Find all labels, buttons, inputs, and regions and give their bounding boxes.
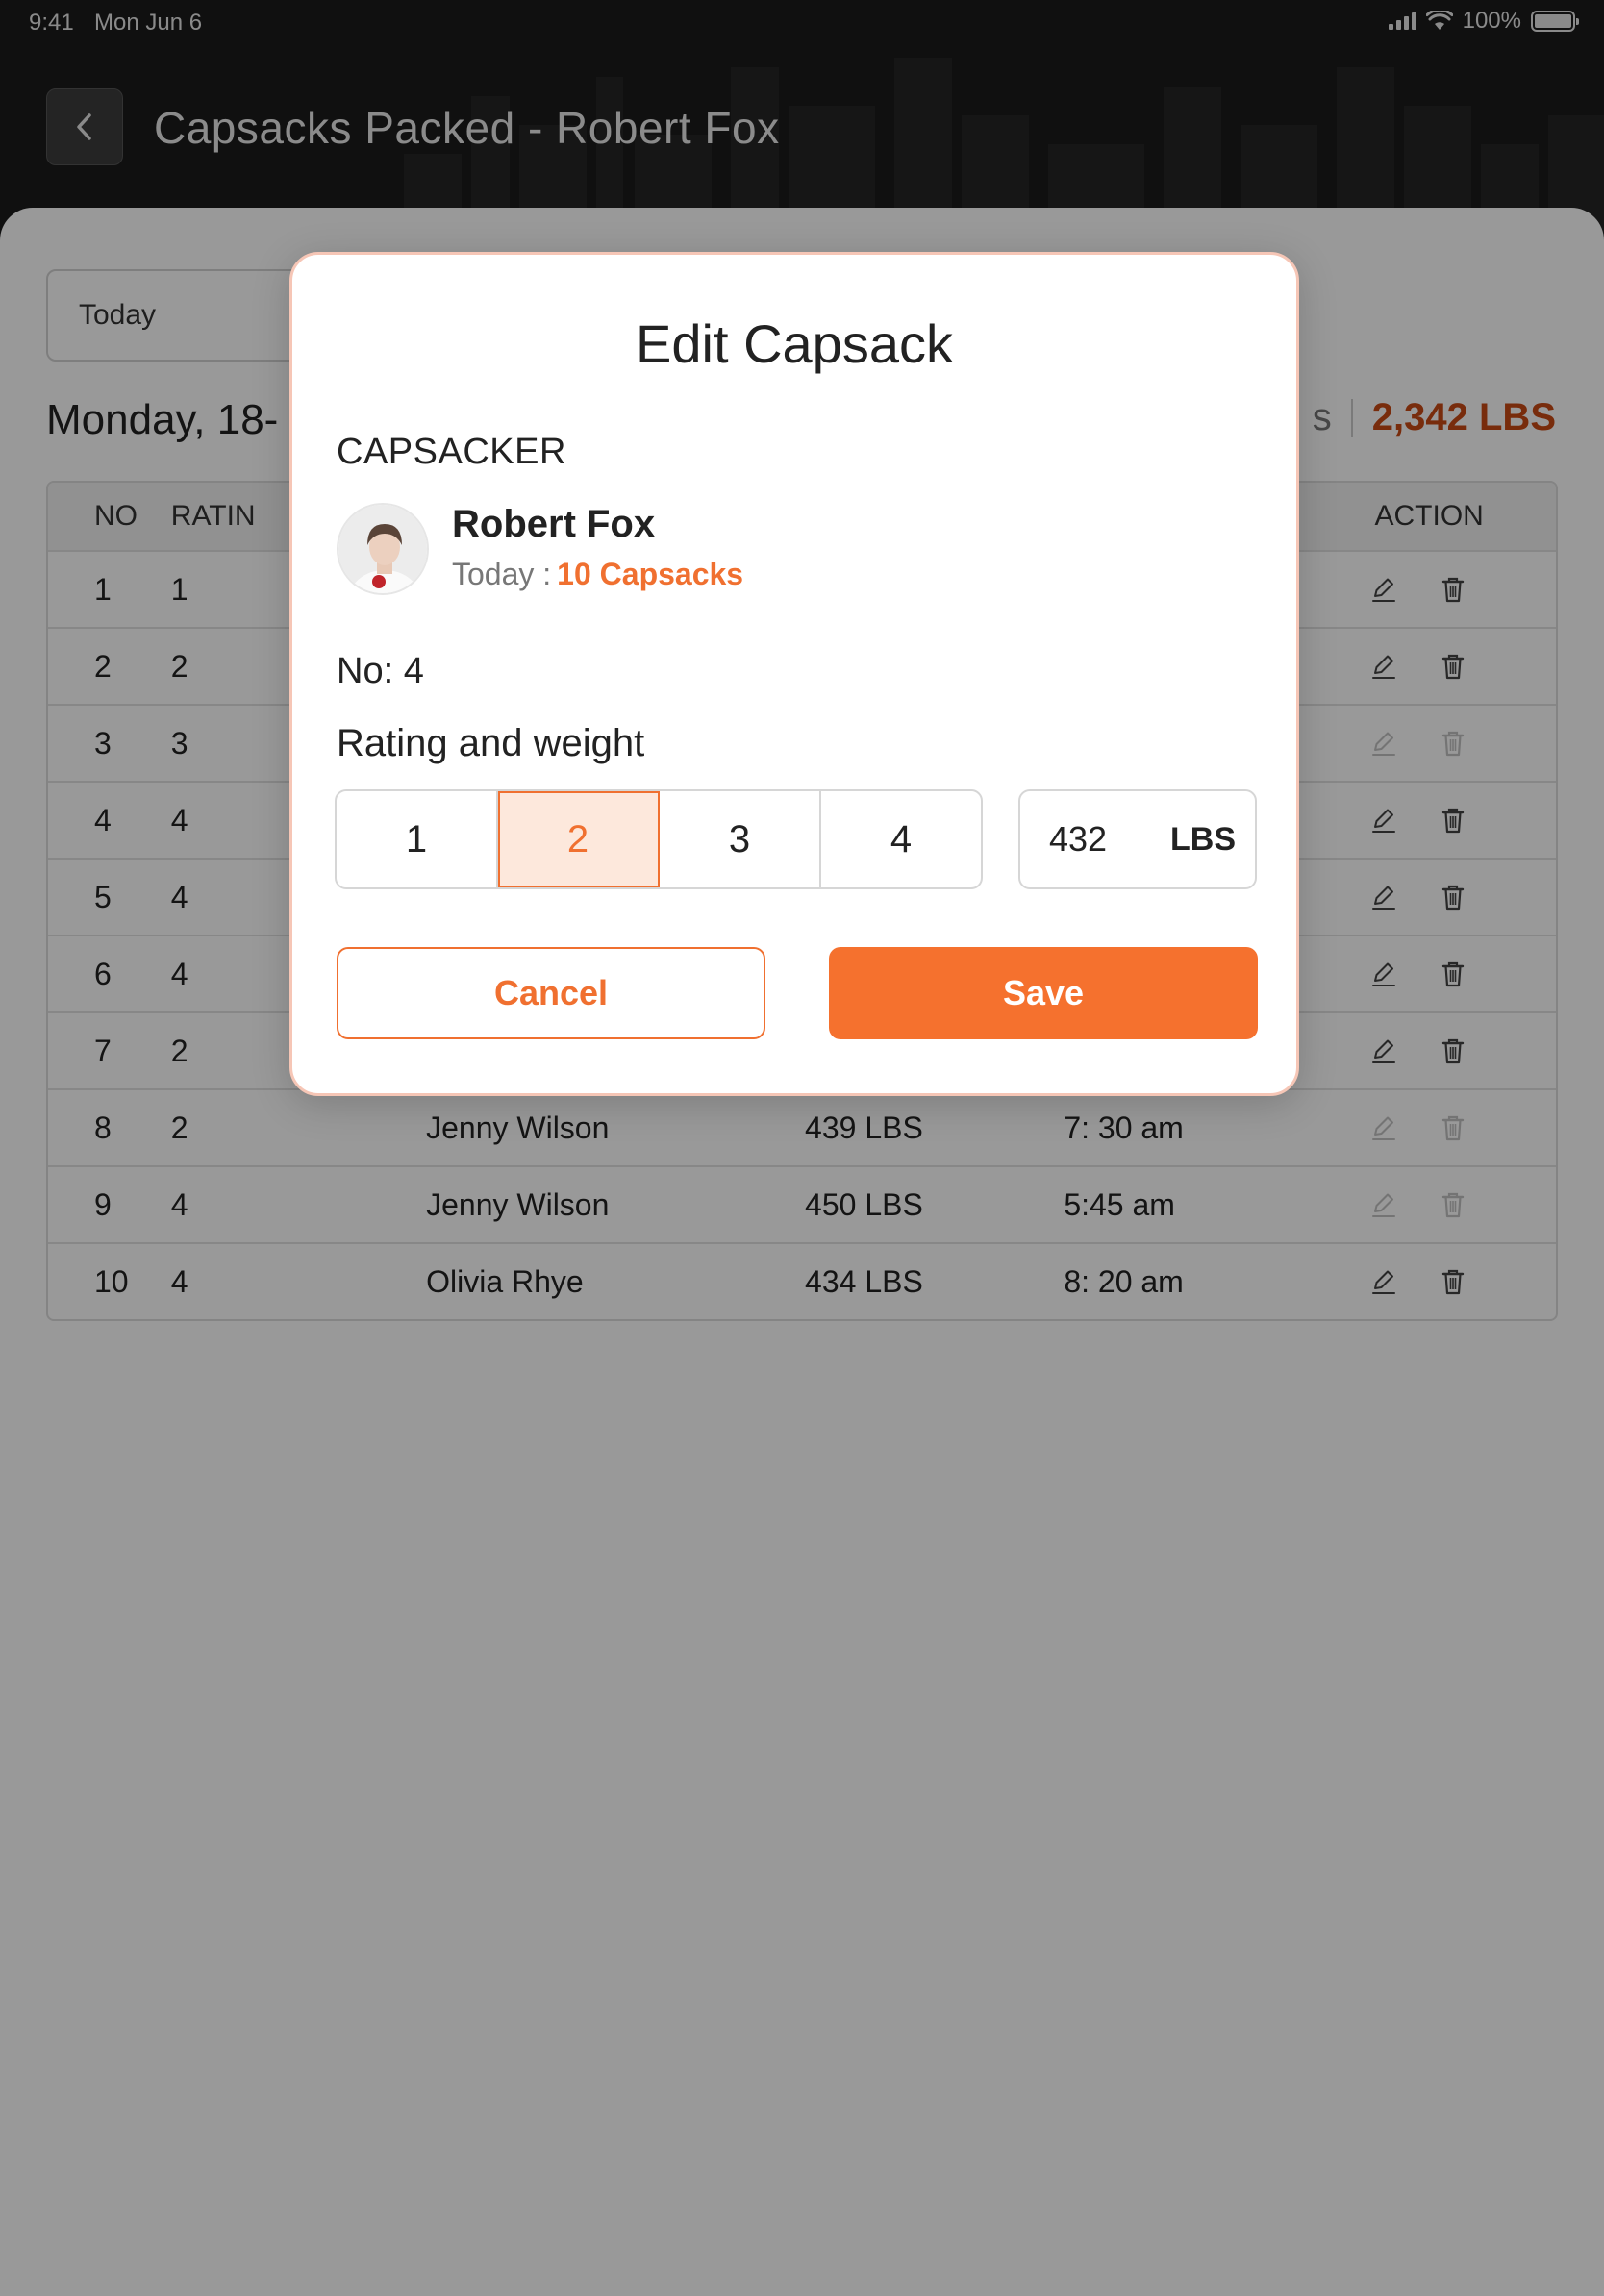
- weight-field[interactable]: LBS: [1018, 789, 1257, 889]
- modal-title: Edit Capsack: [636, 313, 953, 374]
- edit-capsack-modal: Edit Capsack CAPSACKER Robert Fox Today …: [289, 252, 1299, 1096]
- user-photo-icon: [338, 505, 427, 593]
- rating-weight-label: Rating and weight: [337, 722, 645, 764]
- capsack-number: No: 4: [337, 651, 424, 691]
- capsacker-label: CAPSACKER: [337, 432, 566, 472]
- save-button[interactable]: Save: [829, 947, 1258, 1039]
- avatar: [337, 503, 429, 595]
- cancel-button[interactable]: Cancel: [337, 947, 765, 1039]
- user-today-summary: Today : 10 Capsacks: [452, 557, 743, 592]
- user-today-label: Today :: [452, 557, 552, 591]
- rating-option-4[interactable]: 4: [821, 791, 981, 887]
- rating-option-1[interactable]: 1: [337, 791, 498, 887]
- user-today-count: 10 Capsacks: [557, 557, 744, 591]
- rating-option-3[interactable]: 3: [660, 791, 821, 887]
- rating-option-2[interactable]: 2: [498, 791, 660, 887]
- user-name: Robert Fox: [452, 503, 656, 545]
- rating-selector: 1 2 3 4: [335, 789, 983, 889]
- weight-unit: LBS: [1170, 820, 1236, 858]
- weight-input[interactable]: [1049, 819, 1145, 860]
